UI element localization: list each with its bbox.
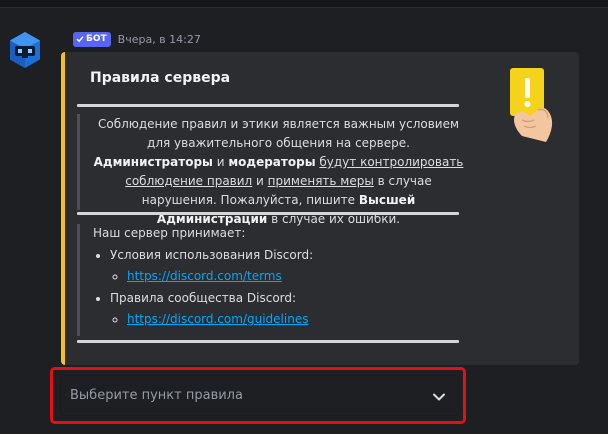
channel-top-divider <box>0 0 608 8</box>
rule-select-dropdown[interactable]: Выберите пункт правила <box>60 375 460 416</box>
underlined-measures: применять меры <box>267 174 374 188</box>
accepted-rules-blockquote: Наш сервер принимает: Условия использова… <box>77 224 462 336</box>
chevron-down-icon <box>433 393 445 401</box>
list-item-label: Правила сообщества Discord: <box>110 291 297 305</box>
list-item: Условия использования Discord: https://d… <box>110 246 462 285</box>
discord-guidelines-link[interactable]: https://discord.com/guidelines <box>127 312 308 326</box>
robot-avatar-icon <box>10 32 40 68</box>
divider-line <box>77 340 459 343</box>
bot-badge: БОТ <box>73 31 111 47</box>
accept-title: Наш сервер принимает: <box>93 226 246 240</box>
discord-terms-link[interactable]: https://discord.com/terms <box>127 269 282 283</box>
list-item: https://discord.com/terms <box>127 267 462 285</box>
select-placeholder: Выберите пункт правила <box>70 388 243 403</box>
message-timestamp: Вчера, в 14:27 <box>117 32 201 46</box>
bold-moderators: модераторы <box>228 155 316 169</box>
divider-line <box>77 104 459 107</box>
bot-avatar[interactable] <box>8 31 42 69</box>
checkmark-icon <box>76 36 84 43</box>
divider-line <box>77 212 459 215</box>
accepted-rules-list: Условия использования Discord: https://d… <box>93 246 462 328</box>
bot-badge-label: БОТ <box>86 33 107 44</box>
list-item-label: Условия использования Discord: <box>110 248 314 262</box>
list-item: https://discord.com/guidelines <box>127 310 462 328</box>
rules-blockquote: Соблюдение правил и этики является важны… <box>77 114 463 226</box>
rules-embed: Правила сервера Соблюдение правил и этик… <box>61 52 579 365</box>
paragraph-text: Соблюдение правил и этики является важны… <box>97 117 460 150</box>
list-item: Правила сообщества Discord: https://disc… <box>110 289 462 328</box>
sub-list: https://discord.com/terms <box>110 267 462 285</box>
paragraph-text: и <box>252 174 268 188</box>
embed-title: Правила сервера <box>90 70 231 86</box>
paragraph-text: и <box>212 155 229 169</box>
yellow-card-hand-icon <box>510 68 553 142</box>
sub-list: https://discord.com/guidelines <box>110 310 462 328</box>
message-header: БОТ Вчера, в 14:27 <box>73 31 201 47</box>
bold-administrators: Администраторы <box>93 155 213 169</box>
